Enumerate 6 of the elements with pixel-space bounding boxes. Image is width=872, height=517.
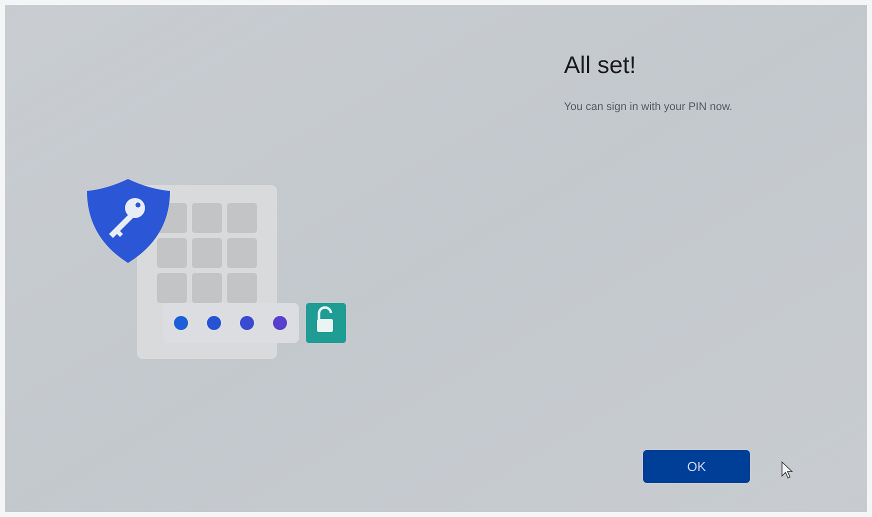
mouse-pointer-icon [781,461,793,479]
unlocked-padlock-icon [306,303,346,343]
ok-button[interactable]: OK [643,450,750,483]
shield-key-icon [87,179,170,263]
page-message: You can sign in with your PIN now. [564,100,732,115]
page-title: All set! [564,51,638,81]
